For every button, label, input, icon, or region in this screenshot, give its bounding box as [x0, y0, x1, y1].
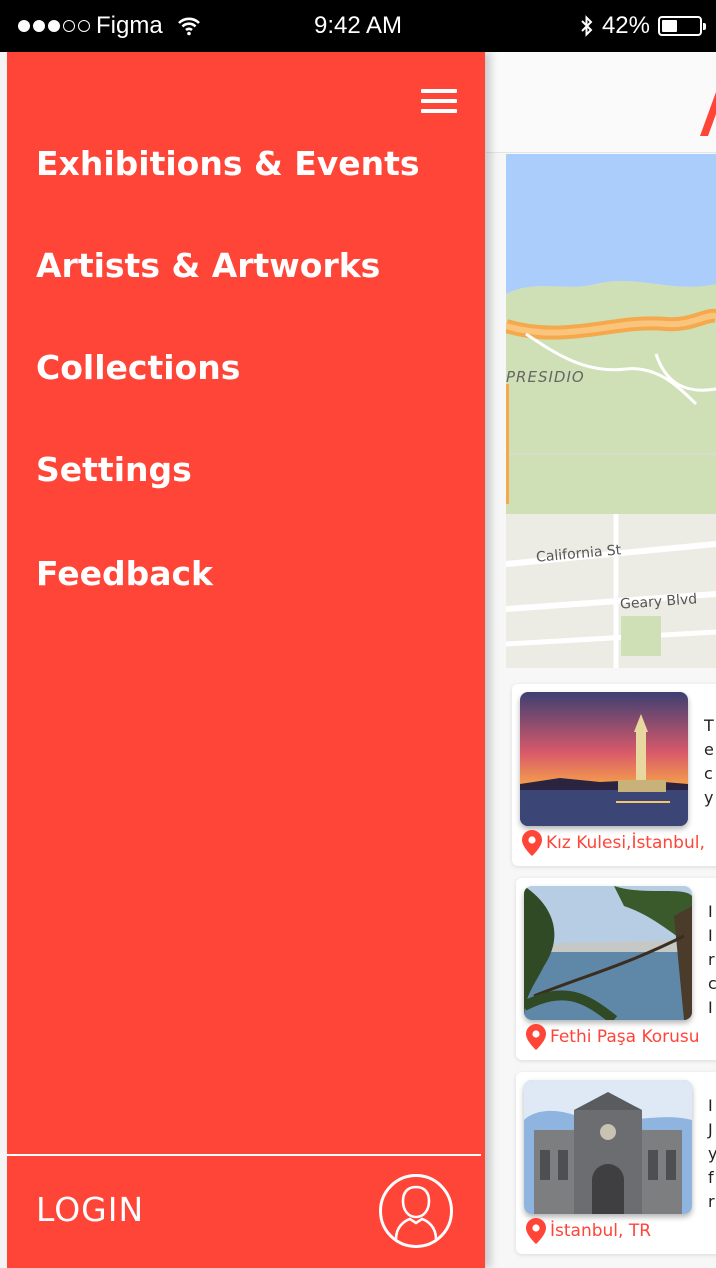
- place-image-fethi-pasa: [524, 886, 692, 1020]
- place-location-label: İstanbul, TR: [550, 1221, 652, 1241]
- place-description: IJyfr: [708, 1096, 716, 1211]
- place-description: IIrcI: [708, 902, 716, 1017]
- place-description: Tecy: [704, 716, 714, 807]
- place-card[interactable]: IJyfr İstanbul, TR: [516, 1072, 716, 1254]
- main-screen: PRESIDIO California St Geary Blvd T e c …: [486, 52, 716, 1268]
- map-view[interactable]: PRESIDIO California St Geary Blvd: [506, 154, 716, 668]
- status-bar-right: 42%: [580, 12, 706, 40]
- place-location: Kız Kulesi,İstanbul,: [522, 830, 705, 856]
- place-location-label: Kız Kulesi,İstanbul,: [546, 833, 705, 853]
- navigation-drawer: Exhibitions & Events Artists & Artworks …: [7, 52, 485, 1268]
- place-location-label: Fethi Paşa Korusu: [550, 1027, 700, 1047]
- location-pin-icon: [526, 1024, 546, 1050]
- menu-item-feedback[interactable]: Feedback: [36, 554, 213, 593]
- login-button[interactable]: LOGIN: [36, 1190, 144, 1229]
- status-bar: Figma 9:42 AM 42%: [0, 0, 716, 52]
- menu-item-collections[interactable]: Collections: [36, 348, 240, 387]
- hamburger-icon[interactable]: [421, 89, 457, 115]
- app-header: [486, 52, 716, 153]
- bluetooth-icon: [581, 15, 593, 37]
- location-pin-icon: [522, 830, 542, 856]
- place-card[interactable]: IIrcI Fethi Paşa Korusu: [516, 878, 716, 1060]
- battery-icon: [658, 16, 706, 36]
- menu-item-artists-artworks[interactable]: Artists & Artworks: [36, 246, 380, 285]
- place-location: İstanbul, TR: [526, 1218, 651, 1244]
- menu-item-settings[interactable]: Settings: [36, 450, 192, 489]
- place-card[interactable]: Tecy Kız Kulesi,İstanbul,: [512, 684, 716, 866]
- place-image-dolmabahce: [524, 1080, 692, 1214]
- app-logo: [699, 92, 716, 136]
- place-image-maiden-tower: [520, 692, 688, 826]
- battery-percentage: 42%: [601, 12, 650, 39]
- menu-item-exhibitions-events[interactable]: Exhibitions & Events: [36, 144, 420, 183]
- location-pin-icon: [526, 1218, 546, 1244]
- map-label-presidio: PRESIDIO: [506, 368, 585, 386]
- place-location: Fethi Paşa Korusu: [526, 1024, 700, 1050]
- drawer-divider: [7, 1154, 481, 1156]
- user-icon[interactable]: [379, 1174, 453, 1248]
- battery-level: [662, 20, 677, 32]
